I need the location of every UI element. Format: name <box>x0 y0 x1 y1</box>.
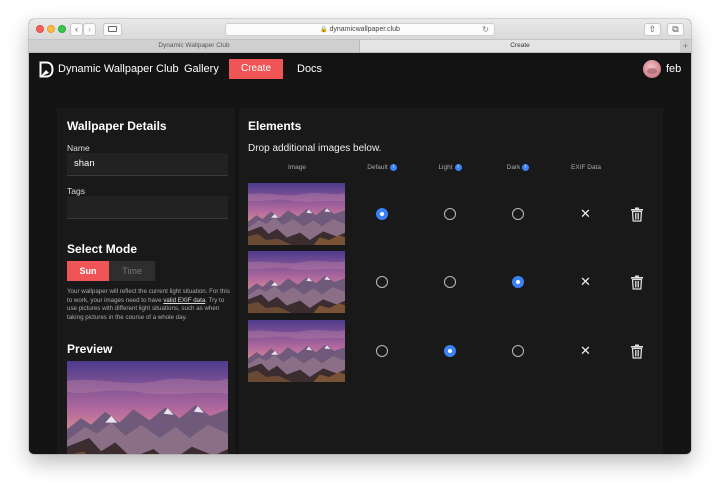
column-header-exif: EXIF Data <box>571 164 601 171</box>
select-mode-title: Select Mode <box>67 242 138 256</box>
tab-dynamic-wallpaper-club[interactable]: Dynamic Wallpaper Club <box>29 40 360 52</box>
close-icon: ✕ <box>580 274 591 289</box>
element-thumbnail <box>248 320 345 382</box>
column-header-default-label: Default <box>367 164 388 172</box>
dark-radio[interactable] <box>512 208 524 220</box>
drop-zone-text[interactable]: Drop additional images below. <box>248 143 381 154</box>
nav-create-button[interactable]: Create <box>229 59 283 79</box>
element-thumbnail <box>248 183 345 245</box>
valid-exif-link[interactable]: valid EXIF data <box>163 297 205 304</box>
column-header-light-label: Light <box>438 164 453 172</box>
element-thumbnail <box>248 251 345 313</box>
zoom-window-button[interactable] <box>58 25 66 33</box>
close-window-button[interactable] <box>36 25 44 33</box>
forward-icon[interactable]: › <box>83 23 96 36</box>
info-icon[interactable]: i <box>522 164 530 171</box>
close-icon: ✕ <box>580 206 591 221</box>
trash-icon[interactable] <box>630 275 644 290</box>
tab-create[interactable]: Create <box>360 40 680 52</box>
element-row: ✕ <box>239 183 663 245</box>
dark-radio[interactable] <box>512 345 524 357</box>
column-header-dark-label: Dark <box>506 164 521 172</box>
light-radio[interactable] <box>444 276 456 288</box>
element-row: ✕ <box>239 320 663 382</box>
name-label: Name <box>67 143 90 153</box>
info-icon[interactable]: i <box>389 164 397 171</box>
browser-toolbar: ‹ › 🔒 dynamicwallpaper.club ↻ ⇧ ⧉ <box>29 19 691 40</box>
new-tab-button[interactable]: + <box>680 40 691 52</box>
lock-icon: 🔒 <box>320 27 328 33</box>
light-radio[interactable] <box>444 208 456 220</box>
reload-icon[interactable]: ↻ <box>482 24 489 36</box>
brand-name[interactable]: Dynamic Wallpaper Club <box>58 63 179 75</box>
url-text: dynamicwallpaper.club <box>329 26 400 33</box>
column-header-default: Default i <box>359 164 405 171</box>
browser-window: ‹ › 🔒 dynamicwallpaper.club ↻ ⇧ ⧉ Dynamic… <box>29 19 691 454</box>
preview-title: Preview <box>67 342 113 356</box>
share-icon[interactable]: ⇧ <box>644 23 661 36</box>
wallpaper-details-title: Wallpaper Details <box>67 119 167 133</box>
sidebar-toggle-icon[interactable] <box>103 23 122 36</box>
default-radio[interactable] <box>376 276 388 288</box>
default-radio[interactable] <box>376 208 388 220</box>
mode-time-button[interactable]: Time <box>109 261 155 281</box>
avatar[interactable] <box>643 60 661 78</box>
tags-label: Tags <box>67 186 85 196</box>
mode-sun-button[interactable]: Sun <box>67 261 109 281</box>
default-radio[interactable] <box>376 345 388 357</box>
trash-icon[interactable] <box>630 207 644 222</box>
name-field[interactable]: shan <box>67 153 228 176</box>
back-icon[interactable]: ‹ <box>70 23 83 36</box>
elements-title: Elements <box>248 119 302 133</box>
nav-docs-link[interactable]: Docs <box>297 63 322 75</box>
trash-icon[interactable] <box>630 344 644 359</box>
tags-field[interactable] <box>67 196 228 219</box>
minimize-window-button[interactable] <box>47 25 55 33</box>
preview-image <box>67 361 228 454</box>
address-bar[interactable]: 🔒 dynamicwallpaper.club ↻ <box>225 23 495 36</box>
close-icon: ✕ <box>580 343 591 358</box>
info-icon[interactable]: i <box>454 164 462 171</box>
wallpaper-details-panel: Wallpaper Details Name shan Tags Select … <box>57 108 235 454</box>
dark-radio[interactable] <box>512 276 524 288</box>
element-row: ✕ <box>239 251 663 313</box>
elements-panel: Elements Drop additional images below. I… <box>239 108 663 454</box>
light-radio[interactable] <box>444 345 456 357</box>
column-header-light: Light i <box>427 164 473 171</box>
column-header-dark: Dark i <box>495 164 541 171</box>
site-navbar: Dynamic Wallpaper Club Gallery Create Do… <box>29 53 691 87</box>
mode-help-text: Your wallpaper will reflect the current … <box>67 288 230 322</box>
nav-gallery-link[interactable]: Gallery <box>184 63 219 75</box>
tab-bar: Dynamic Wallpaper Club Create + <box>29 40 691 53</box>
show-tabs-icon[interactable]: ⧉ <box>667 23 684 36</box>
username[interactable]: feb <box>666 63 681 75</box>
dynamic-wallpaper-logo-icon[interactable] <box>39 61 54 78</box>
column-header-image: Image <box>287 164 307 171</box>
page-content: Dynamic Wallpaper Club Gallery Create Do… <box>29 53 691 454</box>
